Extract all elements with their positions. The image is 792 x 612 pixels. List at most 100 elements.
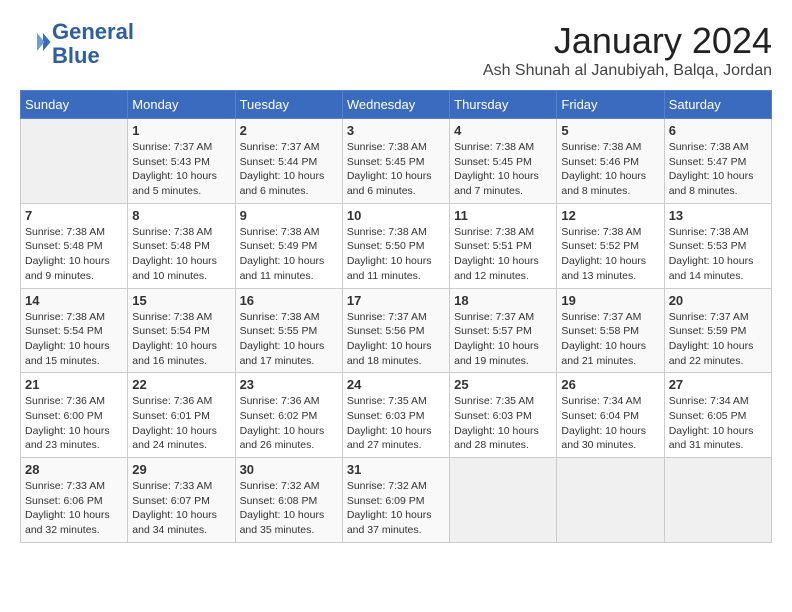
day-number: 30: [240, 462, 338, 477]
day-number: 23: [240, 377, 338, 392]
day-number: 31: [347, 462, 445, 477]
day-number: 7: [25, 208, 123, 223]
day-number: 28: [25, 462, 123, 477]
calendar-cell: 15Sunrise: 7:38 AM Sunset: 5:54 PM Dayli…: [128, 288, 235, 373]
title-block: January 2024 Ash Shunah al Janubiyah, Ba…: [483, 20, 772, 80]
day-info: Sunrise: 7:37 AM Sunset: 5:44 PM Dayligh…: [240, 140, 338, 199]
day-number: 27: [669, 377, 767, 392]
day-info: Sunrise: 7:38 AM Sunset: 5:49 PM Dayligh…: [240, 225, 338, 284]
calendar-cell: [557, 458, 664, 543]
day-number: 2: [240, 123, 338, 138]
day-info: Sunrise: 7:35 AM Sunset: 6:03 PM Dayligh…: [454, 394, 552, 453]
day-info: Sunrise: 7:32 AM Sunset: 6:08 PM Dayligh…: [240, 479, 338, 538]
calendar-cell: 7 Sunrise: 7:38 AM Sunset: 5:48 PM Daylig…: [21, 203, 128, 288]
day-info: Sunrise: 7:38 AM Sunset: 5:52 PM Dayligh…: [561, 225, 659, 284]
logo-icon: [22, 27, 52, 57]
calendar-cell: 8 Sunrise: 7:38 AM Sunset: 5:48 PM Daylig…: [128, 203, 235, 288]
day-number: 8: [132, 208, 230, 223]
calendar-cell: 10Sunrise: 7:38 AM Sunset: 5:50 PM Dayli…: [342, 203, 449, 288]
day-number: 26: [561, 377, 659, 392]
calendar-cell: 26Sunrise: 7:34 AM Sunset: 6:04 PM Dayli…: [557, 373, 664, 458]
day-number: 1: [132, 123, 230, 138]
calendar-cell: 29Sunrise: 7:33 AM Sunset: 6:07 PM Dayli…: [128, 458, 235, 543]
day-info: Sunrise: 7:38 AM Sunset: 5:45 PM Dayligh…: [454, 140, 552, 199]
calendar-cell: 21 Sunrise: 7:36 AM Sunset: 6:00 PM Dayli…: [21, 373, 128, 458]
day-info: Sunrise: 7:38 AM Sunset: 5:46 PM Dayligh…: [561, 140, 659, 199]
calendar-cell: 25 Sunrise: 7:35 AM Sunset: 6:03 PM Dayli…: [450, 373, 557, 458]
day-info: Sunrise: 7:37 AM Sunset: 5:59 PM Dayligh…: [669, 310, 767, 369]
day-info: Sunrise: 7:37 AM Sunset: 5:43 PM Dayligh…: [132, 140, 230, 199]
day-number: 5: [561, 123, 659, 138]
calendar-cell: 6 Sunrise: 7:38 AM Sunset: 5:47 PM Daylig…: [664, 119, 771, 204]
day-info: Sunrise: 7:37 AM Sunset: 5:56 PM Dayligh…: [347, 310, 445, 369]
calendar-cell: 20Sunrise: 7:37 AM Sunset: 5:59 PM Dayli…: [664, 288, 771, 373]
location-subtitle: Ash Shunah al Janubiyah, Balqa, Jordan: [483, 62, 772, 80]
day-info: Sunrise: 7:38 AM Sunset: 5:48 PM Dayligh…: [25, 225, 123, 284]
day-number: 15: [132, 293, 230, 308]
logo: General Blue: [20, 20, 134, 68]
day-info: Sunrise: 7:38 AM Sunset: 5:45 PM Dayligh…: [347, 140, 445, 199]
calendar-cell: 2 Sunrise: 7:37 AM Sunset: 5:44 PM Daylig…: [235, 119, 342, 204]
day-info: Sunrise: 7:33 AM Sunset: 6:07 PM Dayligh…: [132, 479, 230, 538]
day-info: Sunrise: 7:38 AM Sunset: 5:51 PM Dayligh…: [454, 225, 552, 284]
day-number: 12: [561, 208, 659, 223]
day-info: Sunrise: 7:38 AM Sunset: 5:53 PM Dayligh…: [669, 225, 767, 284]
calendar-cell: 19Sunrise: 7:37 AM Sunset: 5:58 PM Dayli…: [557, 288, 664, 373]
calendar-cell: 22 Sunrise: 7:36 AM Sunset: 6:01 PM Dayli…: [128, 373, 235, 458]
day-info: Sunrise: 7:36 AM Sunset: 6:00 PM Dayligh…: [25, 394, 123, 453]
calendar-cell: 13 Sunrise: 7:38 AM Sunset: 5:53 PM Dayli…: [664, 203, 771, 288]
calendar-cell: 14Sunrise: 7:38 AM Sunset: 5:54 PM Dayli…: [21, 288, 128, 373]
calendar-cell: 28 Sunrise: 7:33 AM Sunset: 6:06 PM Dayli…: [21, 458, 128, 543]
day-number: 25: [454, 377, 552, 392]
day-info: Sunrise: 7:33 AM Sunset: 6:06 PM Dayligh…: [25, 479, 123, 538]
calendar-cell: [664, 458, 771, 543]
day-info: Sunrise: 7:35 AM Sunset: 6:03 PM Dayligh…: [347, 394, 445, 453]
calendar-week-row: 14Sunrise: 7:38 AM Sunset: 5:54 PM Dayli…: [21, 288, 772, 373]
weekday-header-saturday: Saturday: [664, 91, 771, 119]
weekday-header-row: SundayMondayTuesdayWednesdayThursdayFrid…: [21, 91, 772, 119]
day-number: 18: [454, 293, 552, 308]
day-info: Sunrise: 7:36 AM Sunset: 6:02 PM Dayligh…: [240, 394, 338, 453]
day-number: 6: [669, 123, 767, 138]
weekday-header-sunday: Sunday: [21, 91, 128, 119]
day-number: 3: [347, 123, 445, 138]
calendar-week-row: 28 Sunrise: 7:33 AM Sunset: 6:06 PM Dayli…: [21, 458, 772, 543]
day-info: Sunrise: 7:38 AM Sunset: 5:47 PM Dayligh…: [669, 140, 767, 199]
day-number: 21: [25, 377, 123, 392]
weekday-header-wednesday: Wednesday: [342, 91, 449, 119]
day-number: 14: [25, 293, 123, 308]
day-number: 9: [240, 208, 338, 223]
calendar-cell: 18 Sunrise: 7:37 AM Sunset: 5:57 PM Dayli…: [450, 288, 557, 373]
day-info: Sunrise: 7:34 AM Sunset: 6:05 PM Dayligh…: [669, 394, 767, 453]
calendar-cell: 17Sunrise: 7:37 AM Sunset: 5:56 PM Dayli…: [342, 288, 449, 373]
logo-line2: Blue: [52, 43, 100, 68]
day-number: 4: [454, 123, 552, 138]
calendar-week-row: 1 Sunrise: 7:37 AM Sunset: 5:43 PM Daylig…: [21, 119, 772, 204]
calendar-cell: 11Sunrise: 7:38 AM Sunset: 5:51 PM Dayli…: [450, 203, 557, 288]
day-number: 22: [132, 377, 230, 392]
day-number: 13: [669, 208, 767, 223]
calendar-cell: 4 Sunrise: 7:38 AM Sunset: 5:45 PM Daylig…: [450, 119, 557, 204]
day-info: Sunrise: 7:38 AM Sunset: 5:55 PM Dayligh…: [240, 310, 338, 369]
calendar-week-row: 21 Sunrise: 7:36 AM Sunset: 6:00 PM Dayli…: [21, 373, 772, 458]
day-info: Sunrise: 7:37 AM Sunset: 5:57 PM Dayligh…: [454, 310, 552, 369]
calendar-cell: 30 Sunrise: 7:32 AM Sunset: 6:08 PM Dayli…: [235, 458, 342, 543]
day-info: Sunrise: 7:37 AM Sunset: 5:58 PM Dayligh…: [561, 310, 659, 369]
month-title: January 2024: [483, 20, 772, 62]
calendar-cell: 12 Sunrise: 7:38 AM Sunset: 5:52 PM Dayli…: [557, 203, 664, 288]
calendar-cell: [450, 458, 557, 543]
day-info: Sunrise: 7:38 AM Sunset: 5:48 PM Dayligh…: [132, 225, 230, 284]
calendar-cell: 24 Sunrise: 7:35 AM Sunset: 6:03 PM Dayli…: [342, 373, 449, 458]
day-number: 24: [347, 377, 445, 392]
calendar-cell: 31Sunrise: 7:32 AM Sunset: 6:09 PM Dayli…: [342, 458, 449, 543]
weekday-header-thursday: Thursday: [450, 91, 557, 119]
calendar-table: SundayMondayTuesdayWednesdayThursdayFrid…: [20, 90, 772, 543]
page-header: General Blue January 2024 Ash Shunah al …: [20, 20, 772, 80]
calendar-week-row: 7 Sunrise: 7:38 AM Sunset: 5:48 PM Daylig…: [21, 203, 772, 288]
day-info: Sunrise: 7:36 AM Sunset: 6:01 PM Dayligh…: [132, 394, 230, 453]
calendar-cell: 9 Sunrise: 7:38 AM Sunset: 5:49 PM Daylig…: [235, 203, 342, 288]
calendar-cell: 27 Sunrise: 7:34 AM Sunset: 6:05 PM Dayli…: [664, 373, 771, 458]
weekday-header-monday: Monday: [128, 91, 235, 119]
calendar-cell: 1 Sunrise: 7:37 AM Sunset: 5:43 PM Daylig…: [128, 119, 235, 204]
logo-line1: General: [52, 19, 134, 44]
